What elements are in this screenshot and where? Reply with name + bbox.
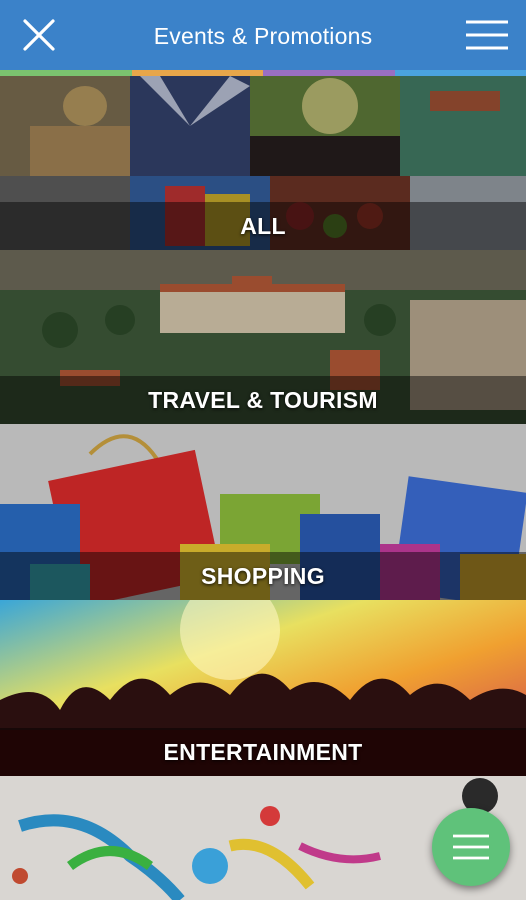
category-travel-tourism[interactable]: TRAVEL & TOURISM [0, 250, 526, 424]
category-list: ALL TRAVEL & TOURISM SHOPPING ENTERTAINM… [0, 76, 526, 900]
app-header: Events & Promotions [0, 0, 526, 70]
page-title: Events & Promotions [153, 23, 373, 49]
category-all[interactable]: ALL [0, 76, 526, 250]
menu-button[interactable] [452, 0, 522, 70]
category-label: TRAVEL & TOURISM [148, 387, 378, 413]
category-label: ALL [240, 213, 286, 239]
hamburger-icon [453, 834, 489, 860]
category-shopping[interactable]: SHOPPING [0, 424, 526, 600]
category-entertainment[interactable]: ENTERTAINMENT [0, 600, 526, 776]
category-label: SHOPPING [201, 563, 325, 589]
floating-menu-button[interactable] [432, 808, 510, 886]
category-label: ENTERTAINMENT [163, 739, 363, 765]
hamburger-icon [466, 20, 508, 50]
